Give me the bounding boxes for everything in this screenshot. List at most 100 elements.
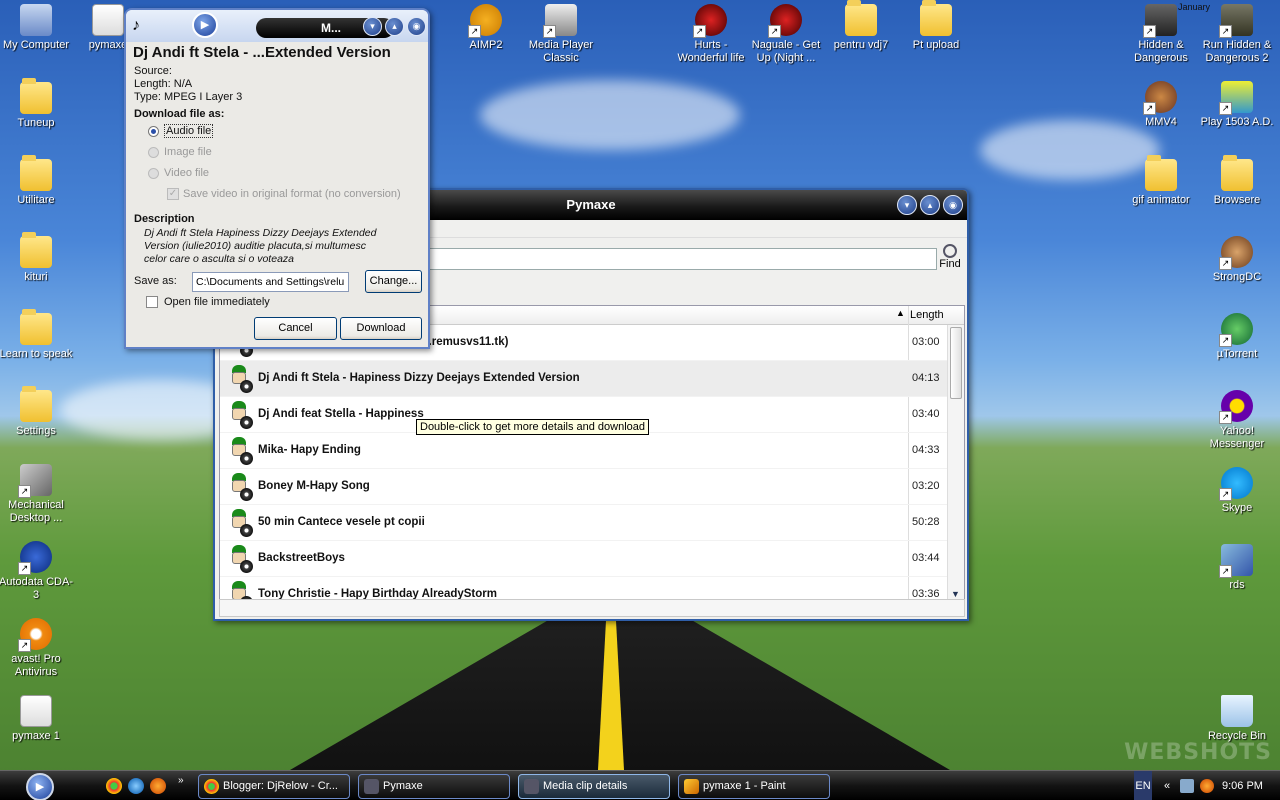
desktop-icon-recycle-bin[interactable]: Recycle Bin [1199, 695, 1275, 743]
folder-icon [20, 155, 52, 191]
desktop-icon-hidden-dangerous[interactable]: Hidden & Dangerous [1123, 4, 1199, 65]
results-list[interactable]: ▲ Length w.remusvs11.tk) 03:00 Dj Andi f… [219, 305, 965, 602]
clip-heading: Dj Andi ft Stela - ...Extended Version [133, 44, 391, 61]
track-length: 03:20 [912, 480, 940, 492]
close-button[interactable]: ◉ [407, 17, 426, 36]
image-file-icon [20, 695, 52, 727]
desktop-icon-browsere[interactable]: Browsere [1199, 155, 1275, 207]
desktop-icon-hurts[interactable]: Hurts - Wonderful life [673, 4, 749, 65]
desktop-icon-settings[interactable]: Settings [0, 386, 74, 438]
desktop-icon-learn-to-speak[interactable]: Learn to speak [0, 309, 74, 361]
desktop-icon-pymaxe-1[interactable]: pymaxe 1 [0, 695, 74, 743]
desktop-icon-my-computer[interactable]: My Computer [0, 4, 74, 52]
desktop-icon-label: pymaxe [88, 39, 128, 51]
chrome-icon[interactable] [106, 778, 122, 794]
desktop-icon-rds[interactable]: rds [1199, 544, 1275, 592]
taskbar-item-blogger[interactable]: Blogger: DjRelow - Cr... [198, 774, 350, 799]
list-item[interactable]: 50 min Cantece vesele pt copii 50:28 [220, 505, 964, 541]
desktop-icon-label: avast! Pro Antivirus [11, 653, 61, 678]
desktop-icon-tuneup[interactable]: Tuneup [0, 78, 74, 130]
avast-tray-icon[interactable] [1200, 779, 1214, 793]
track-title: Dj Andi feat Stella - Happiness [258, 408, 424, 420]
desktop-icon-pentru-vdj7[interactable]: pentru vdj7 [823, 0, 899, 52]
quicklaunch-more-icon[interactable]: » [178, 775, 184, 786]
start-button[interactable]: ▶ [26, 773, 54, 800]
desktop-icon-label: Play 1503 A.D. [1200, 116, 1274, 128]
desktop-icon-pt-upload[interactable]: Pt upload [898, 0, 974, 52]
desktop-icon-utorrent[interactable]: µTorrent [1199, 313, 1275, 361]
column-header-length[interactable]: Length [910, 309, 944, 321]
track-avatar-icon [226, 437, 254, 465]
desktop-icon-kituri[interactable]: kituri [0, 232, 74, 284]
radio-audio-file-label[interactable]: Audio file [164, 124, 214, 138]
open-immediately-label[interactable]: Open file immediately [164, 296, 270, 308]
language-indicator[interactable]: EN [1134, 771, 1152, 800]
list-item[interactable]: Mika- Hapy Ending 04:33 [220, 433, 964, 469]
taskbar-item-pymaxe[interactable]: Pymaxe [358, 774, 510, 799]
watermark: WEBSHOTS [1124, 740, 1272, 765]
cancel-button[interactable]: Cancel [254, 317, 337, 340]
maximize-button[interactable]: ▴ [385, 17, 404, 36]
folder-icon [20, 386, 52, 422]
taskbar-item-paint[interactable]: pymaxe 1 - Paint [678, 774, 830, 799]
list-item[interactable]: BackstreetBoys 03:44 [220, 541, 964, 577]
clock[interactable]: 9:06 PM [1222, 771, 1263, 800]
download-button[interactable]: Download [340, 317, 422, 340]
desktop-icon-media-player-classic[interactable]: Media Player Classic [523, 4, 599, 65]
folder-icon [20, 78, 52, 114]
track-length: 50:28 [912, 516, 940, 528]
desktop-icon-label: Utilitare [17, 194, 55, 206]
save-as-input[interactable] [192, 272, 349, 292]
list-item[interactable]: Dj Andi ft Stela - Hapiness Dizzy Deejay… [220, 361, 964, 397]
track-avatar-icon [226, 545, 254, 573]
desktop-icon-skype[interactable]: Skype [1199, 467, 1275, 515]
desktop-icon-naguale[interactable]: Naguale - Get Up (Night ... [748, 4, 824, 65]
desktop-icon-label: StrongDC [1212, 271, 1262, 283]
desktop-icon-avast[interactable]: avast! Pro Antivirus [0, 618, 74, 679]
desktop-icon-yahoo-messenger[interactable]: Yahoo! Messenger [1199, 390, 1275, 451]
desktop-icon-label: Skype [1221, 502, 1253, 514]
play-icon[interactable]: ▶ [192, 12, 218, 38]
tray-expand-icon[interactable]: « [1164, 771, 1170, 800]
vertical-scrollbar[interactable]: ▼ [947, 325, 964, 601]
desktop-icon-mmv4[interactable]: MMV4 [1123, 81, 1199, 129]
sort-arrow-icon[interactable]: ▲ [896, 308, 905, 318]
track-avatar-icon [226, 509, 254, 537]
desktop-icon-label: gif animator [1132, 194, 1190, 206]
maximize-button[interactable]: ▴ [920, 195, 940, 215]
desktop-icon-label: Naguale - Get Up (Night ... [751, 39, 821, 64]
desktop-icon-utilitare[interactable]: Utilitare [0, 155, 74, 207]
scrollbar-thumb[interactable] [950, 327, 962, 399]
search-input[interactable] [425, 248, 937, 270]
scroll-down-arrow-icon[interactable]: ▼ [951, 589, 960, 599]
desktop-icon-run-hidden-dangerous-2[interactable]: Run Hidden & Dangerous 2 [1199, 4, 1275, 65]
radio-audio-file[interactable] [148, 126, 159, 137]
media-clip-details-window[interactable]: ♪ ▶ M... ▾ ▴ ◉ Dj Andi ft Stela - ...Ext… [124, 8, 430, 349]
change-button[interactable]: Change... [365, 270, 422, 293]
firefox-icon[interactable] [150, 778, 166, 794]
find-button[interactable]: Find [937, 244, 963, 270]
game-icon [1219, 81, 1253, 115]
desktop-icon-label: Hidden & Dangerous [1134, 39, 1188, 64]
open-immediately-checkbox[interactable] [146, 296, 158, 308]
pymaxe-icon [364, 779, 379, 794]
aimp-icon [468, 4, 502, 38]
desktop-icon-mechanical-desktop[interactable]: Mechanical Desktop ... [0, 464, 74, 525]
list-item[interactable]: Boney M-Hapy Song 03:20 [220, 469, 964, 505]
clip-length: Length: N/A [134, 78, 193, 90]
internet-explorer-icon[interactable] [128, 778, 144, 794]
network-icon[interactable] [1180, 779, 1194, 793]
desktop-icon-gif-animator[interactable]: gif animator [1123, 155, 1199, 207]
details-titlebar[interactable]: ♪ ▶ M... ▾ ▴ ◉ [126, 10, 428, 42]
desktop-icon-play-1503[interactable]: Play 1503 A.D. [1199, 81, 1275, 129]
taskbar-item-media-clip-details[interactable]: Media clip details [518, 774, 670, 799]
minimize-button[interactable]: ▾ [363, 17, 382, 36]
desktop-icon-autodata[interactable]: Autodata CDA-3 [0, 541, 74, 602]
computer-icon [20, 4, 52, 36]
minimize-button[interactable]: ▾ [897, 195, 917, 215]
desktop-icon-strongdc[interactable]: StrongDC [1199, 236, 1275, 284]
recycle-bin-icon [1221, 695, 1253, 727]
search-icon [943, 244, 957, 258]
desktop-icon-aimp2[interactable]: AIMP2 [448, 4, 524, 52]
close-button[interactable]: ◉ [943, 195, 963, 215]
